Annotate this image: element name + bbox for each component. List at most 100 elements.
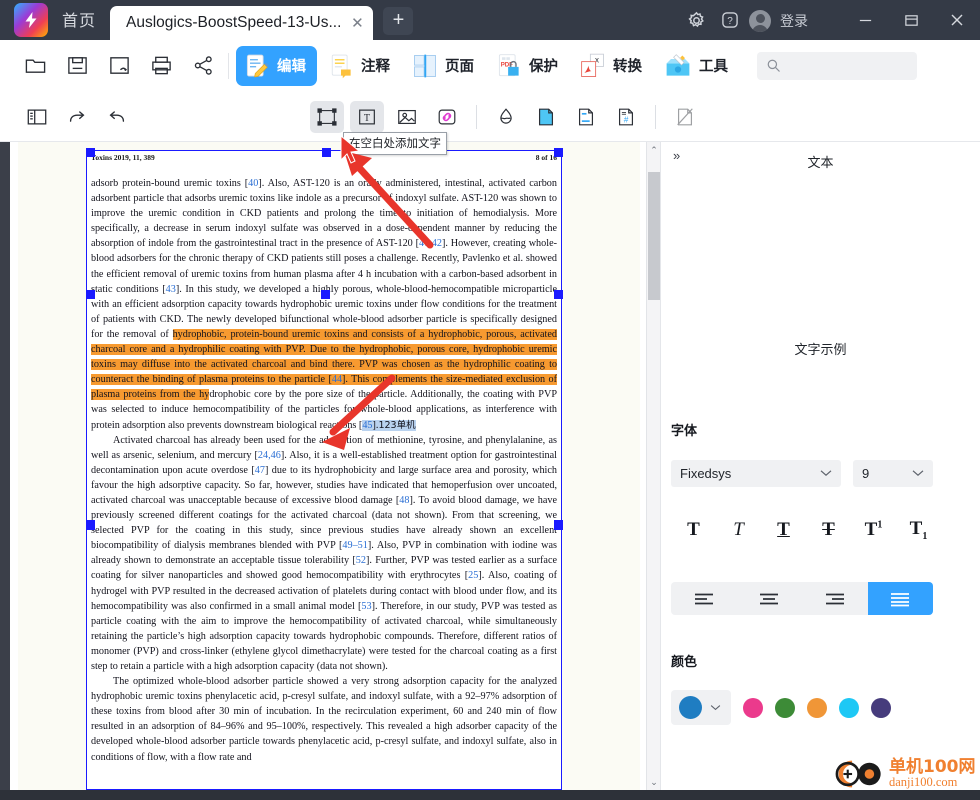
align-right-icon[interactable] [802, 582, 868, 615]
select-object-icon[interactable] [310, 100, 344, 133]
color-palette-row [671, 690, 891, 725]
home-tab[interactable]: 首页 [62, 7, 96, 31]
close-button[interactable] [934, 0, 980, 40]
login-button[interactable]: 登录 [749, 10, 808, 32]
module-edit[interactable]: 编辑 [236, 45, 317, 86]
color-swatch-1[interactable] [775, 697, 795, 718]
question-mark-icon[interactable]: ? [713, 3, 747, 37]
font-size-select[interactable]: 9 [853, 460, 933, 487]
subscript-icon[interactable]: T1 [896, 516, 941, 544]
citation-link[interactable]: 25 [468, 570, 478, 581]
app-window: 首页 Auslogics-BoostSpeed-13-Us... ✕ + ? 登… [0, 0, 980, 800]
add-image-icon[interactable] [390, 101, 424, 133]
selection-handle-page-mid-right[interactable] [554, 521, 563, 530]
background-icon[interactable] [529, 101, 563, 133]
minimize-button[interactable] [842, 0, 888, 40]
selection-handle-page-mid-left[interactable] [86, 521, 95, 530]
document-paragraph: The optimized whole-blood adsorber parti… [91, 674, 557, 765]
module-convert[interactable]: x 转换 [572, 46, 653, 86]
strikethrough-icon[interactable]: T [806, 516, 851, 544]
citation-link[interactable]: 40 [248, 178, 258, 189]
selected-text: 45 [362, 419, 373, 431]
citation-link[interactable]: 48 [399, 495, 409, 506]
search-icon [767, 59, 780, 72]
document-tab-title: Auslogics-BoostSpeed-13-Us... [126, 14, 342, 31]
chevron-down-icon [820, 469, 832, 479]
document-tab[interactable]: Auslogics-BoostSpeed-13-Us... ✕ [110, 6, 374, 40]
save-button[interactable] [56, 46, 98, 86]
align-center-icon[interactable] [737, 582, 803, 615]
bates-numbering-icon[interactable]: # [609, 101, 643, 133]
module-protect[interactable]: PDF 保护 [488, 46, 569, 86]
login-label: 登录 [780, 13, 808, 29]
selection-handle-page-top-center[interactable] [322, 148, 331, 157]
citation-link[interactable]: 49–51 [342, 540, 367, 551]
selection-handle-top-left[interactable] [86, 290, 95, 299]
italic-icon[interactable]: T [716, 516, 761, 544]
selection-handle-page-top-left[interactable] [86, 148, 95, 157]
gear-icon[interactable] [679, 3, 713, 37]
main-ribbon: 编辑 注释 页面 PDF 保护 x 转换 工具 [0, 40, 980, 92]
underline-icon[interactable]: T [761, 516, 806, 544]
scroll-up-arrow-icon[interactable]: ⌃ [647, 142, 661, 158]
search-input[interactable] [787, 58, 905, 73]
add-link-icon[interactable] [430, 101, 464, 133]
text-align-group [671, 582, 933, 615]
toolbar-divider [476, 104, 477, 129]
superscript-icon[interactable]: T1 [851, 516, 896, 544]
open-file-button[interactable] [14, 46, 56, 86]
citation-link[interactable]: 41,42 [419, 238, 442, 249]
chevron-down-icon-3 [710, 703, 721, 713]
scrollbar-thumb[interactable] [648, 172, 660, 300]
save-as-button[interactable] [98, 46, 140, 86]
search-box[interactable] [757, 51, 917, 80]
module-page-label: 页面 [445, 59, 474, 75]
selection-handle-top-center[interactable] [321, 290, 330, 299]
left-rail [0, 142, 10, 790]
font-section-label: 字体 [671, 424, 698, 439]
document-text: adsorb protein-bound uremic toxins [ [91, 178, 249, 189]
print-button[interactable] [140, 46, 182, 86]
undo-icon[interactable] [100, 101, 134, 133]
pdf-page[interactable]: Toxins 2019, 11, 389 8 of 16 adsorb prot… [86, 150, 562, 790]
document-scrollbar[interactable]: ⌃ ⌄ [646, 142, 660, 790]
citation-link[interactable]: 52 [356, 555, 366, 566]
remove-page-icon[interactable] [668, 101, 702, 133]
left-rail-gap [10, 142, 18, 790]
text-sample-preview: 文字示例 [794, 343, 847, 358]
citation-link[interactable]: 24,46 [258, 450, 281, 461]
add-text-icon[interactable]: T [350, 100, 384, 133]
selection-handle-page-top-right[interactable] [554, 148, 563, 157]
scroll-down-arrow-icon[interactable]: ⌄ [647, 774, 661, 790]
new-tab-button[interactable]: + [383, 7, 414, 35]
color-section-label: 颜色 [671, 655, 698, 670]
color-swatch-0[interactable] [743, 697, 763, 718]
module-tools[interactable]: 工具 [656, 46, 739, 86]
color-swatch-2[interactable] [807, 697, 827, 718]
close-tab-icon[interactable]: ✕ [349, 16, 365, 31]
align-left-icon[interactable] [671, 582, 737, 615]
document-paragraph: Activated charcoal has already been used… [91, 433, 557, 675]
highlighted-text: 44 [331, 374, 343, 386]
citation-link[interactable]: 53 [361, 601, 371, 612]
header-footer-icon[interactable] [569, 101, 603, 133]
share-button[interactable] [182, 46, 224, 86]
selection-handle-top-right[interactable] [554, 290, 563, 299]
module-page[interactable]: 页面 [404, 46, 485, 86]
document-viewport[interactable]: Toxins 2019, 11, 389 8 of 16 adsorb prot… [0, 142, 666, 790]
citation-link[interactable]: 43 [166, 284, 176, 295]
watermark-icon[interactable] [489, 101, 523, 133]
font-family-select[interactable]: Fixedsys [671, 460, 841, 487]
page-body-text[interactable]: adsorb protein-bound uremic toxins [40].… [87, 162, 561, 765]
color-swatch-3[interactable] [839, 697, 859, 718]
restore-button[interactable] [888, 0, 934, 40]
color-swatch-4[interactable] [871, 697, 891, 718]
citation-link[interactable]: 47 [255, 465, 265, 476]
redo-icon[interactable] [60, 101, 94, 133]
sidebar-toggle-icon[interactable] [20, 101, 54, 133]
current-color-select[interactable] [671, 690, 731, 725]
module-annotate[interactable]: 注释 [320, 46, 401, 86]
bold-icon[interactable]: T [671, 516, 716, 544]
module-tools-label: 工具 [699, 59, 728, 75]
align-justify-icon[interactable] [867, 582, 933, 615]
